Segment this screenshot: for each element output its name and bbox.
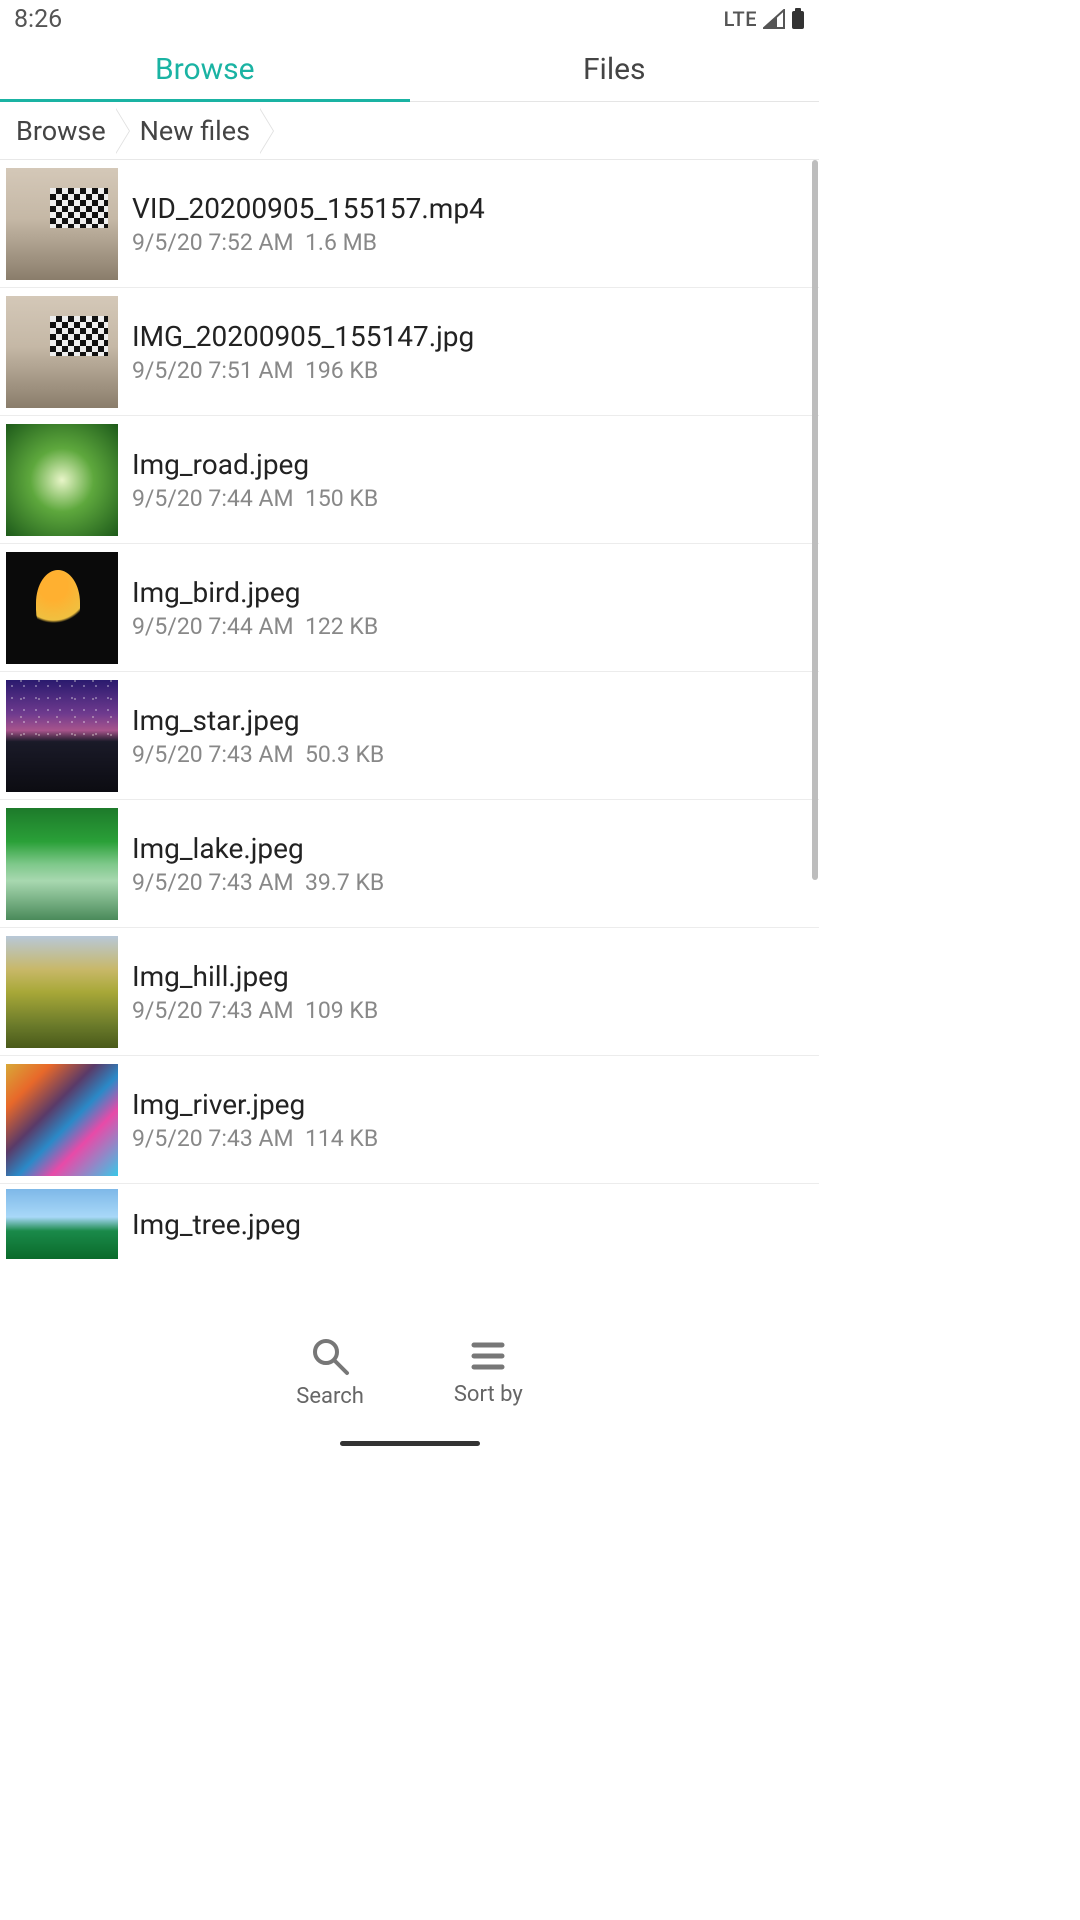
file-thumbnail [6, 296, 118, 408]
sortby-label: Sort by [454, 1382, 523, 1407]
file-thumbnail [6, 1064, 118, 1176]
file-info: Img_tree.jpeg [118, 1208, 301, 1241]
menu-icon [468, 1336, 508, 1376]
nav-handle[interactable] [340, 1441, 480, 1446]
search-label: Search [296, 1384, 364, 1409]
status-bar: 8:26 LTE [0, 0, 819, 38]
file-info: IMG_20200905_155147.jpg 9/5/20 7:51 AM 19… [118, 320, 474, 384]
file-item[interactable]: Img_bird.jpeg 9/5/20 7:44 AM 122 KB [0, 544, 819, 672]
breadcrumb-current[interactable]: New files [140, 115, 260, 147]
file-size: 150 KB [305, 485, 378, 512]
file-size: 39.7 KB [305, 869, 384, 896]
file-item[interactable]: Img_road.jpeg 9/5/20 7:44 AM 150 KB [0, 416, 819, 544]
signal-icon [763, 9, 785, 29]
file-info: Img_road.jpeg 9/5/20 7:44 AM 150 KB [118, 448, 378, 512]
file-size: 50.3 KB [305, 741, 384, 768]
file-info: Img_lake.jpeg 9/5/20 7:43 AM 39.7 KB [118, 832, 384, 896]
file-date: 9/5/20 7:51 AM [132, 357, 294, 384]
file-info: VID_20200905_155157.mp4 9/5/20 7:52 AM 1.… [118, 192, 485, 256]
file-meta: 9/5/20 7:43 AM 39.7 KB [132, 869, 384, 896]
file-date: 9/5/20 7:52 AM [132, 229, 294, 256]
top-tabs: Browse Files [0, 38, 819, 102]
file-name: VID_20200905_155157.mp4 [132, 192, 485, 225]
file-thumbnail [6, 424, 118, 536]
file-meta: 9/5/20 7:44 AM 122 KB [132, 613, 378, 640]
breadcrumb: Browse New files [0, 102, 819, 160]
battery-icon [791, 8, 805, 30]
bottom-bar: Search Sort by [0, 1316, 819, 1426]
file-item[interactable]: Img_lake.jpeg 9/5/20 7:43 AM 39.7 KB [0, 800, 819, 928]
file-size: 1.6 MB [305, 229, 377, 256]
file-name: Img_road.jpeg [132, 448, 378, 481]
file-name: Img_bird.jpeg [132, 576, 378, 609]
file-meta: 9/5/20 7:43 AM 109 KB [132, 997, 378, 1024]
file-meta: 9/5/20 7:43 AM 50.3 KB [132, 741, 384, 768]
file-name: Img_hill.jpeg [132, 960, 378, 993]
file-name: Img_tree.jpeg [132, 1208, 301, 1241]
file-info: Img_star.jpeg 9/5/20 7:43 AM 50.3 KB [118, 704, 384, 768]
file-meta: 9/5/20 7:43 AM 114 KB [132, 1125, 378, 1152]
file-list[interactable]: VID_20200905_155157.mp4 9/5/20 7:52 AM 1.… [0, 160, 819, 1316]
file-item[interactable]: VID_20200905_155157.mp4 9/5/20 7:52 AM 1.… [0, 160, 819, 288]
file-info: Img_hill.jpeg 9/5/20 7:43 AM 109 KB [118, 960, 378, 1024]
file-date: 9/5/20 7:44 AM [132, 613, 294, 640]
tab-files[interactable]: Files [410, 38, 820, 101]
status-right: LTE [724, 7, 805, 31]
file-date: 9/5/20 7:43 AM [132, 997, 294, 1024]
file-meta: 9/5/20 7:51 AM 196 KB [132, 357, 474, 384]
file-date: 9/5/20 7:43 AM [132, 1125, 294, 1152]
file-item[interactable]: IMG_20200905_155147.jpg 9/5/20 7:51 AM 19… [0, 288, 819, 416]
file-date: 9/5/20 7:43 AM [132, 741, 294, 768]
file-name: Img_river.jpeg [132, 1088, 378, 1121]
tab-browse[interactable]: Browse [0, 38, 410, 101]
chevron-right-icon [260, 108, 276, 154]
scrollbar[interactable] [812, 160, 818, 880]
file-item[interactable]: Img_hill.jpeg 9/5/20 7:43 AM 109 KB [0, 928, 819, 1056]
network-label: LTE [724, 7, 757, 31]
file-thumbnail [6, 1189, 118, 1259]
file-thumbnail [6, 552, 118, 664]
search-icon [308, 1334, 352, 1378]
file-item[interactable]: Img_river.jpeg 9/5/20 7:43 AM 114 KB [0, 1056, 819, 1184]
file-meta: 9/5/20 7:44 AM 150 KB [132, 485, 378, 512]
file-thumbnail [6, 680, 118, 792]
file-meta: 9/5/20 7:52 AM 1.6 MB [132, 229, 485, 256]
file-info: Img_bird.jpeg 9/5/20 7:44 AM 122 KB [118, 576, 378, 640]
file-size: 109 KB [305, 997, 378, 1024]
file-date: 9/5/20 7:43 AM [132, 869, 294, 896]
file-name: Img_star.jpeg [132, 704, 384, 737]
file-name: Img_lake.jpeg [132, 832, 384, 865]
file-name: IMG_20200905_155147.jpg [132, 320, 474, 353]
file-item[interactable]: Img_tree.jpeg [0, 1184, 819, 1264]
file-info: Img_river.jpeg 9/5/20 7:43 AM 114 KB [118, 1088, 378, 1152]
file-item[interactable]: Img_star.jpeg 9/5/20 7:43 AM 50.3 KB [0, 672, 819, 800]
search-button[interactable]: Search [296, 1334, 364, 1409]
file-thumbnail [6, 936, 118, 1048]
sortby-button[interactable]: Sort by [454, 1336, 523, 1407]
file-size: 122 KB [305, 613, 378, 640]
file-size: 196 KB [305, 357, 378, 384]
file-size: 114 KB [305, 1125, 378, 1152]
breadcrumb-root[interactable]: Browse [16, 115, 116, 147]
file-thumbnail [6, 808, 118, 920]
status-time: 8:26 [14, 5, 62, 34]
file-thumbnail [6, 168, 118, 280]
file-date: 9/5/20 7:44 AM [132, 485, 294, 512]
chevron-right-icon [116, 108, 132, 154]
